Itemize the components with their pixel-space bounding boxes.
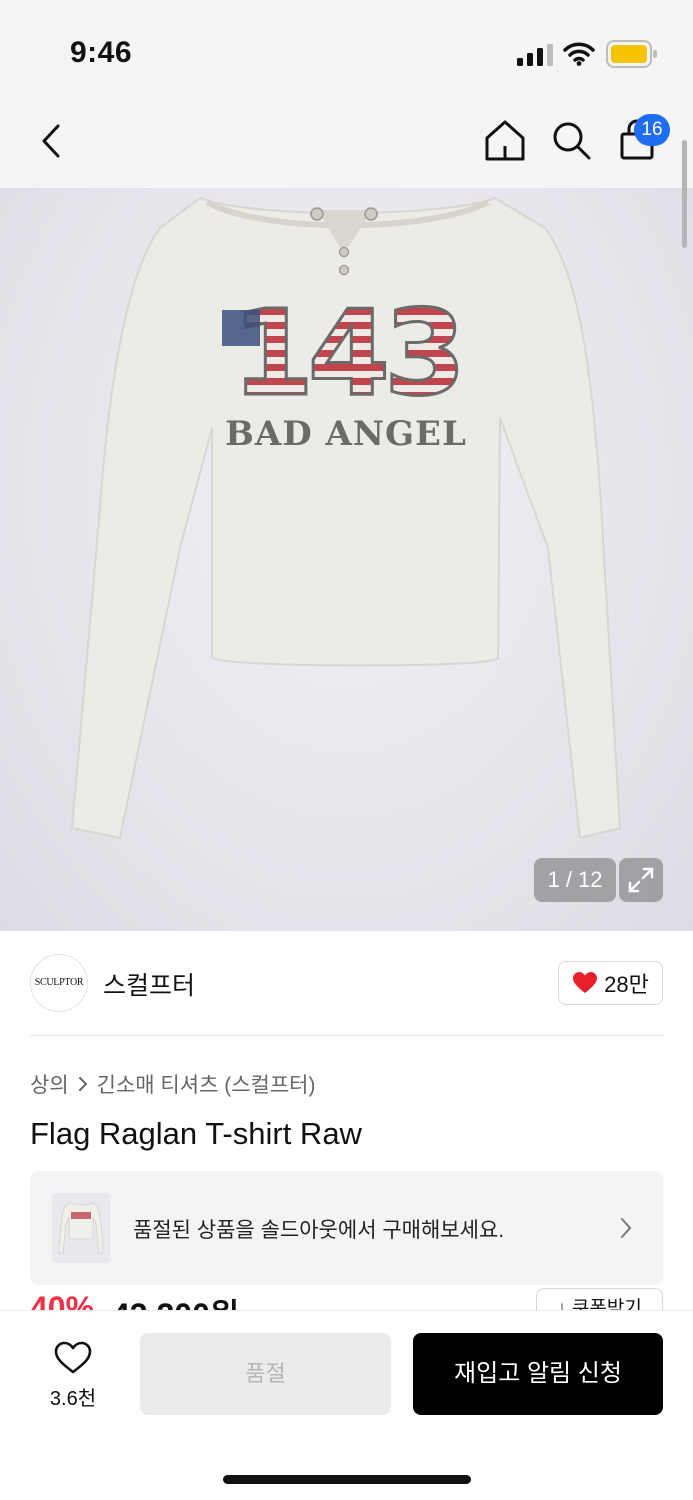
divider [30,1035,663,1036]
chevron-right-icon [78,1077,88,1091]
breadcrumb-category[interactable]: 상의 [30,1069,69,1099]
soldout-banner-text: 품절된 상품을 솔드아웃에서 구매해보세요. [133,1219,505,1242]
heart-filled-icon [573,972,598,993]
product-title: Flag Raglan T-shirt Raw [30,1116,362,1151]
heart-outline-icon [54,1341,92,1374]
soldout-thumbnail [52,1193,110,1263]
breadcrumb: 상의 긴소매 티셔츠 (스컬프터) [30,1069,316,1099]
brand-like-count: 28만 [604,972,649,997]
brand-name[interactable]: 스컬프터 [103,966,195,1002]
restock-alert-button[interactable]: 재입고 알림 신청 [413,1333,663,1415]
chevron-right-icon [621,1218,632,1238]
scrollbar[interactable] [682,140,687,248]
cart-count-badge: 16 [634,114,670,146]
print-sub-text: BAD ANGEL [225,414,467,454]
expand-button[interactable] [619,858,663,902]
wishlist-count: 3.6천 [49,1388,97,1410]
expand-icon [628,867,654,893]
product-shirt-image [70,196,622,840]
home-icon[interactable] [482,116,528,166]
product-image-gallery[interactable]: 143 BAD ANGEL [0,188,693,931]
cellular-signal-icon [517,44,553,66]
battery-icon [606,40,657,68]
wifi-icon [563,42,595,66]
brand-like-button[interactable]: 28만 [558,961,663,1005]
status-time: 9:46 [70,36,133,69]
soldout-button: 품절 [140,1333,391,1415]
search-icon[interactable] [548,116,594,166]
home-indicator[interactable] [223,1475,471,1484]
back-icon[interactable] [30,120,74,164]
image-counter: 1 / 12 [534,858,616,902]
breadcrumb-subcategory[interactable]: 긴소매 티셔츠 (스컬프터) [97,1069,316,1099]
brand-logo[interactable]: SCULPTOR [30,954,88,1012]
